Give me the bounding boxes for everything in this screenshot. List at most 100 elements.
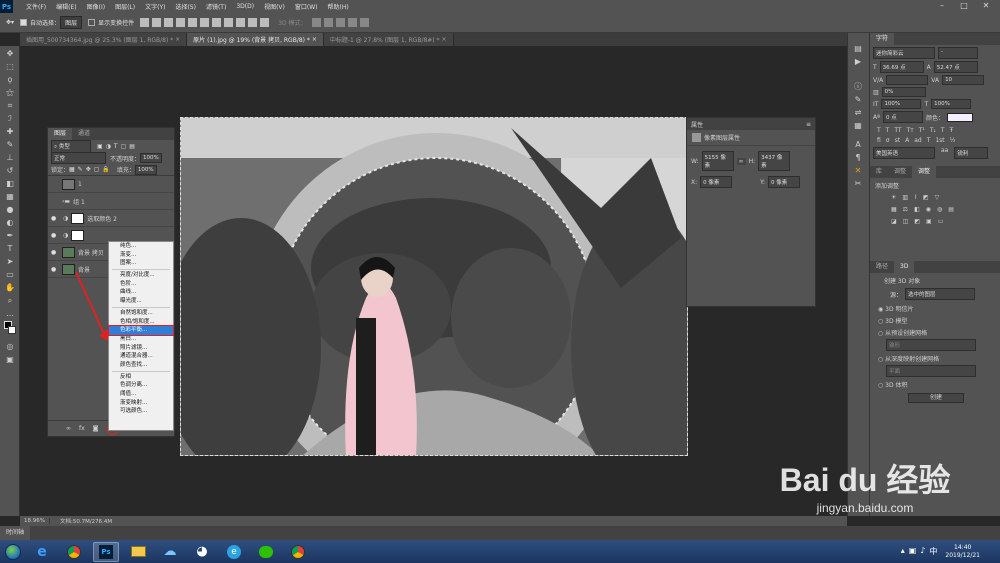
color-swatch-icon[interactable] (4, 321, 16, 339)
context-menu-item[interactable]: 色调分离... (109, 381, 173, 390)
ie-alt-icon[interactable]: e (221, 542, 247, 562)
width-input[interactable]: 5155 像素 (701, 151, 734, 171)
vertical-scale-input[interactable]: 100% (881, 99, 922, 109)
fill-input[interactable]: 100% (134, 164, 157, 175)
align-bottom-icon[interactable] (164, 18, 174, 27)
ie-icon[interactable]: e (29, 542, 55, 562)
bw-icon[interactable]: ◧ (914, 206, 920, 213)
context-menu-item[interactable]: 渐变映射... (109, 399, 173, 408)
healing-brush-icon[interactable]: ✚ (4, 126, 16, 137)
history-brush-icon[interactable]: ↺ (4, 165, 16, 176)
tools-preset-icon[interactable]: ✕ (852, 165, 864, 176)
all-caps-button[interactable]: TT (894, 127, 901, 134)
quick-mask-icon[interactable]: ◎ (4, 341, 16, 352)
tracking-input[interactable]: 10 (942, 75, 985, 85)
invert-icon[interactable]: ◪ (891, 218, 897, 225)
alternates-button[interactable]: A (905, 137, 909, 144)
context-menu-item[interactable]: 纯色... (109, 242, 173, 251)
context-menu-item[interactable]: 可选颜色... (109, 407, 173, 416)
more-tools-icon[interactable]: … (4, 308, 16, 319)
menu-image[interactable]: 图像(I) (82, 2, 110, 11)
menu-layer[interactable]: 图层(L) (110, 2, 140, 11)
path-select-icon[interactable]: ➤ (4, 256, 16, 267)
paragraph-icon[interactable]: ¶ (852, 152, 864, 163)
eyedropper-icon[interactable]: ℐ (4, 113, 16, 124)
marquee-tool-icon[interactable]: ⬚ (4, 61, 16, 72)
exposure-icon[interactable]: ◩ (923, 194, 929, 201)
chrome-icon[interactable] (61, 542, 87, 562)
auto-select-checkbox[interactable] (20, 19, 28, 26)
character-icon[interactable]: A (852, 139, 864, 150)
baidu-netdisk-icon[interactable]: ☁ (157, 542, 183, 562)
tsume-input[interactable]: 0% (881, 87, 926, 97)
context-menu-item[interactable]: 图案... (109, 259, 173, 268)
leading-input[interactable]: 52.47 点 (933, 61, 978, 73)
strikethrough-button[interactable]: Ŧ (950, 127, 954, 134)
minimize-icon[interactable]: – (934, 0, 950, 13)
small-caps-button[interactable]: Tт (907, 127, 914, 134)
font-size-input[interactable]: 36.69 点 (879, 61, 924, 73)
magic-wand-icon[interactable]: ⚝ (4, 87, 16, 98)
levels-icon[interactable]: ▥ (902, 194, 908, 201)
selective-color-icon[interactable]: ▣ (926, 218, 932, 225)
menu-help[interactable]: 帮助(H) (323, 2, 354, 11)
height-input[interactable]: 3437 像素 (758, 151, 791, 171)
preset-dropdown[interactable]: 锥形 (886, 339, 976, 351)
history-icon[interactable]: ▤ (852, 43, 864, 54)
menu-3d[interactable]: 3D(D) (231, 3, 259, 10)
menu-window[interactable]: 窗口(W) (290, 2, 323, 11)
align-icons[interactable] (140, 18, 272, 27)
menu-view[interactable]: 视图(V) (259, 2, 290, 11)
3d-roll-icon[interactable] (324, 18, 334, 27)
menu-type[interactable]: 文字(Y) (140, 2, 170, 11)
3d-scale-icon[interactable] (360, 18, 370, 27)
threshold-icon[interactable]: ◩ (914, 218, 920, 225)
qq-icon[interactable]: ◕ (189, 542, 215, 562)
align-top-icon[interactable] (140, 18, 150, 27)
context-menu-item[interactable]: 黑白... (109, 335, 173, 344)
eye-icon[interactable]: ● (51, 215, 59, 222)
eye-icon[interactable]: ● (51, 232, 59, 239)
underline-button[interactable]: T (941, 127, 945, 134)
tab-adjust-1[interactable]: 调整 (888, 166, 912, 178)
tab-doc-2[interactable]: 原片 (1).jpg @ 19% (背景 拷贝, RGB/8) * × (187, 33, 324, 46)
depth-dropdown[interactable]: 平面 (886, 365, 976, 377)
layer-row[interactable]: ›▬ 组 1 (48, 193, 174, 210)
context-menu-item[interactable]: 渐变... (109, 251, 173, 260)
start-button[interactable] (0, 541, 26, 563)
eye-icon[interactable]: ● (51, 249, 59, 256)
gradient-map-icon[interactable]: ▭ (938, 218, 944, 225)
tab-character[interactable]: 字符 (870, 33, 895, 45)
tab-adjustments[interactable]: 调整 (912, 166, 937, 178)
tray-ime-icon[interactable]: 中 (929, 546, 937, 557)
tab-3d[interactable]: 3D (894, 261, 915, 273)
superscript-button[interactable]: T¹ (919, 127, 925, 134)
menu-filter[interactable]: 滤镜(T) (201, 2, 231, 11)
context-menu-item[interactable]: 色相/饱和度... (109, 318, 173, 327)
3d-rotate-icon[interactable] (312, 18, 322, 27)
zoom-level[interactable]: 18.96% (20, 518, 50, 524)
distribute-3-icon[interactable] (236, 18, 246, 27)
brightness-icon[interactable]: ☀ (891, 194, 896, 201)
color-lookup-icon[interactable]: ▤ (948, 206, 954, 213)
lasso-tool-icon[interactable]: ϙ (4, 74, 16, 85)
context-menu-item[interactable]: 通道混合器... (109, 352, 173, 361)
explorer-icon[interactable] (125, 542, 151, 562)
layer-row[interactable]: ● ◑ 选取颜色 2 (48, 210, 174, 227)
kerning-input[interactable] (886, 75, 929, 85)
language-dropdown[interactable]: 美国英语 (873, 147, 935, 159)
eye-icon[interactable]: ● (51, 266, 59, 273)
brush-presets-icon[interactable]: ✎ (852, 94, 864, 105)
timeline-tab[interactable]: 时间轴 (0, 526, 31, 540)
filter-icons[interactable]: ▣◑T▢▤ (97, 143, 138, 150)
lock-icons[interactable]: ▦✎✥▢🔒 (69, 166, 113, 173)
brush-tool-icon[interactable]: ✎ (4, 139, 16, 150)
3d-slide-icon[interactable] (348, 18, 358, 27)
close-icon[interactable]: ✕ (978, 0, 994, 13)
swash-button[interactable]: st (895, 137, 900, 144)
link-icon[interactable]: ∞ (736, 157, 746, 165)
chrome-2-icon[interactable] (285, 542, 311, 562)
context-menu-item[interactable]: 颜色查找... (109, 361, 173, 370)
tab-channels[interactable]: 通道 (72, 128, 96, 140)
link-icon[interactable]: ∞ (66, 425, 71, 432)
